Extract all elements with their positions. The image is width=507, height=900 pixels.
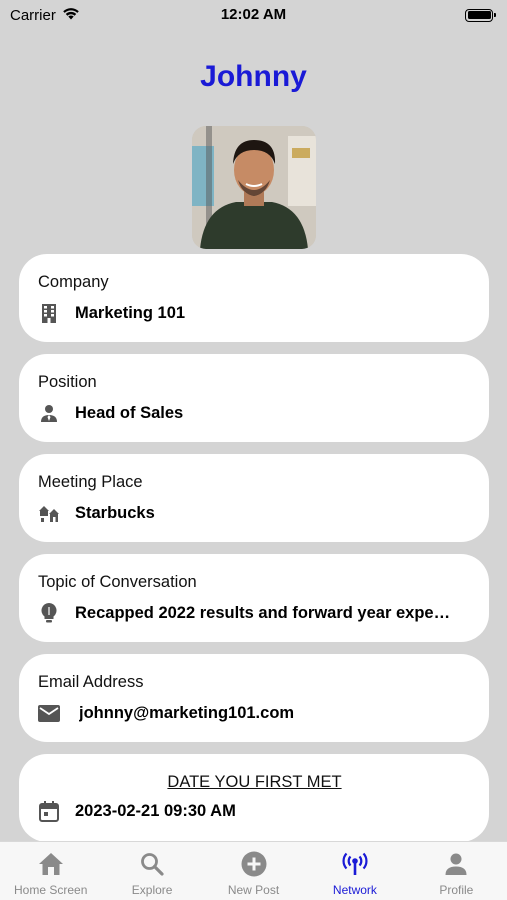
home-icon: [37, 850, 65, 878]
avatar: [192, 126, 316, 249]
person-tie-icon: [38, 402, 60, 424]
tab-explore[interactable]: Explore: [101, 842, 202, 900]
antenna-icon: [341, 850, 369, 878]
topic-card: Topic of Conversation Recapped 2022 resu…: [19, 554, 489, 642]
tab-profile[interactable]: Profile: [406, 842, 507, 900]
date-first-met-label[interactable]: DATE YOU FIRST MET: [38, 773, 471, 792]
mail-icon: [38, 702, 60, 724]
topic-label: Topic of Conversation: [38, 573, 197, 591]
tab-network-label: Network: [332, 883, 377, 897]
email-value[interactable]: johnny@marketing101.com: [79, 704, 294, 723]
battery-icon: [465, 8, 496, 22]
tab-new-post-label: New Post: [227, 883, 280, 897]
date-first-met-value: 2023-02-21 09:30 AM: [75, 801, 236, 820]
position-value: Head of Sales: [75, 403, 184, 422]
meeting-place-value: Starbucks: [75, 503, 155, 522]
lightbulb-icon: [38, 602, 60, 624]
company-value: Marketing 101: [75, 303, 186, 322]
topic-value: Recapped 2022 results and forward year e…: [75, 603, 451, 622]
tab-bar: Home Screen Explore New Post Network Pro…: [0, 841, 507, 900]
tab-explore-label: Explore: [131, 883, 173, 897]
status-bar: Carrier 12:02 AM: [0, 0, 507, 30]
position-card: Position Head of Sales: [19, 354, 489, 442]
position-label: Position: [38, 373, 97, 391]
tab-home-screen-label: Home Screen: [14, 883, 88, 897]
email-label: Email Address: [38, 673, 144, 691]
email-card: Email Address johnny@marketing101.com: [19, 654, 489, 742]
plus-circle-icon: [240, 850, 268, 878]
tab-home-screen[interactable]: Home Screen: [0, 842, 101, 900]
building-icon: [38, 302, 60, 324]
houses-icon: [38, 502, 60, 524]
status-time: 12:02 AM: [220, 6, 287, 23]
company-card: Company Marketing 101: [19, 254, 489, 342]
tab-profile-label: Profile: [439, 883, 474, 897]
date-first-met-card[interactable]: DATE YOU FIRST MET 2023-02-21 09:30 AM: [19, 754, 489, 842]
person-icon: [442, 850, 470, 878]
meeting-place-card: Meeting Place Starbucks: [19, 454, 489, 542]
search-icon: [138, 850, 166, 878]
calendar-icon: [38, 800, 60, 822]
company-label: Company: [38, 273, 109, 291]
tab-network[interactable]: Network: [304, 842, 405, 900]
meeting-place-label: Meeting Place: [38, 473, 143, 491]
page-title: Johnny: [200, 60, 307, 93]
tab-new-post[interactable]: New Post: [203, 842, 304, 900]
